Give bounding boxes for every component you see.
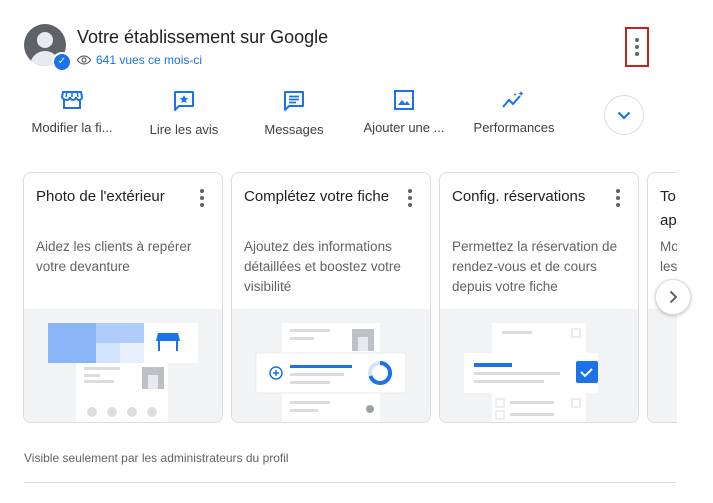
- action-label: Modifier la fi...: [31, 120, 113, 135]
- card-illustration: [648, 309, 677, 422]
- message-icon: [284, 91, 304, 111]
- card-menu-button[interactable]: [616, 189, 620, 207]
- more-options-button[interactable]: [625, 27, 649, 67]
- action-label: Performances: [473, 120, 555, 135]
- expand-actions-button[interactable]: [604, 95, 644, 135]
- verified-badge-icon: ✓: [52, 52, 72, 72]
- card-description: Mo les: [660, 239, 677, 274]
- performance-sparkle-icon: [502, 91, 524, 108]
- action-label: Messages: [264, 122, 324, 137]
- eye-icon: [77, 55, 91, 65]
- card-menu-button[interactable]: [408, 189, 412, 207]
- card-description: Permettez la réservation de rendez-vous …: [452, 239, 618, 294]
- card-title: Photo de l'extérieur: [36, 188, 165, 205]
- card-exterior-photo[interactable]: Photo de l'extérieur Aidez les clients à…: [23, 172, 223, 423]
- divider: [24, 482, 676, 483]
- card-title: Complétez votre fiche: [244, 188, 390, 205]
- card-description: Aidez les clients à repérer votre devant…: [36, 239, 192, 274]
- card-complete-profile[interactable]: Complétez votre fiche Ajoutez des inform…: [231, 172, 431, 423]
- card-title: To ap: [660, 188, 677, 229]
- admin-visibility-note: Visible seulement par les administrateur…: [24, 451, 289, 465]
- action-label: Ajouter une ...: [363, 120, 445, 135]
- photo-icon: [394, 90, 414, 110]
- views-count: 641 vues ce mois-ci: [96, 53, 203, 67]
- card-bookings[interactable]: Config. réservations Permettez la réserv…: [439, 172, 639, 423]
- storefront-icon: [61, 91, 83, 109]
- read-reviews-button[interactable]: Lire les avis: [129, 90, 239, 137]
- review-star-icon: [174, 91, 194, 111]
- card-description: Ajoutez des informations détaillées et b…: [244, 239, 401, 294]
- chevron-down-icon: [617, 111, 631, 120]
- booking-illustration: [440, 309, 638, 422]
- views-link[interactable]: 641 vues ce mois-ci: [77, 53, 202, 67]
- edit-profile-button[interactable]: Modifier la fi...: [17, 90, 127, 135]
- profile-illustration: [232, 309, 430, 422]
- storefront-illustration: [24, 309, 222, 422]
- chevron-right-icon: [669, 290, 677, 304]
- action-label: Lire les avis: [149, 122, 219, 137]
- page-title: Votre établissement sur Google: [77, 27, 329, 47]
- performance-button[interactable]: Performances: [459, 90, 569, 135]
- messages-button[interactable]: Messages: [239, 90, 349, 137]
- add-photo-button[interactable]: Ajouter une ...: [349, 90, 459, 135]
- card-menu-button[interactable]: [200, 189, 204, 207]
- profile-header: ✓ Votre établissement sur Google 641 vue…: [24, 24, 664, 72]
- card-title: Config. réservations: [452, 188, 586, 205]
- carousel-next-button[interactable]: [655, 279, 691, 315]
